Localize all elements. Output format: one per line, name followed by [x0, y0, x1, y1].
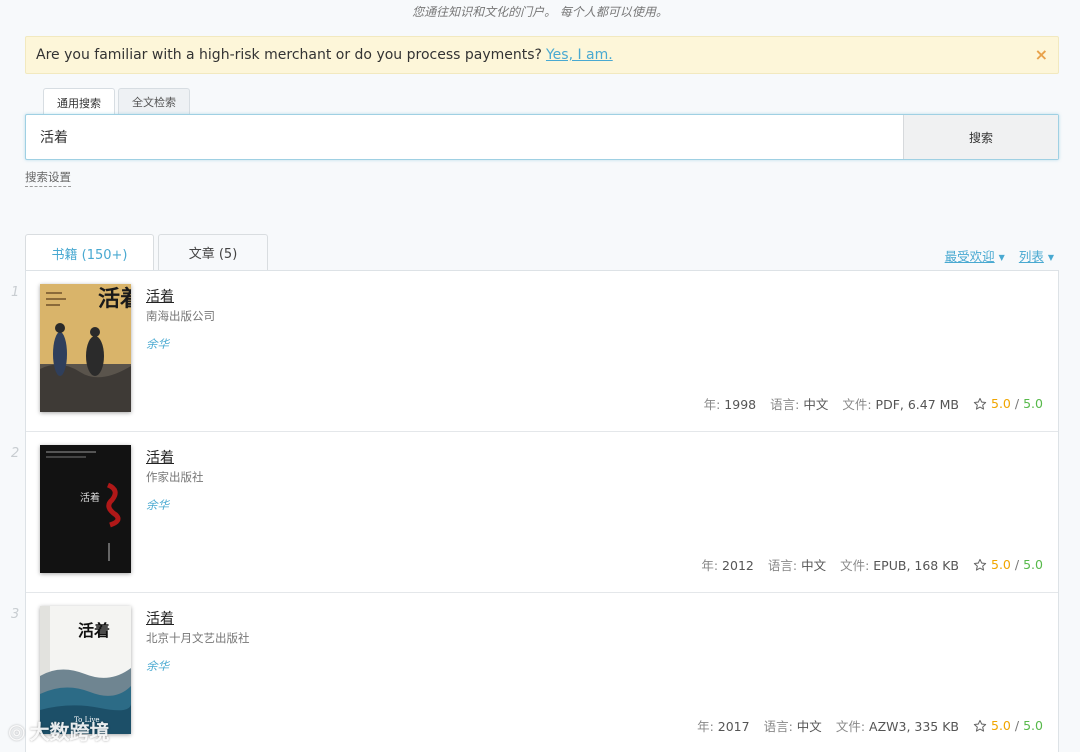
book-file: 文件: AZW3, 335 KB [835, 719, 959, 734]
book-item: 2 活着 活着 作家出版社 余华 年: 2012 语言: 中文 文件: EPUB… [11, 432, 1058, 593]
book-year: 年: 2012 [701, 558, 754, 573]
close-icon[interactable]: × [1035, 45, 1048, 64]
results-list: 1 活着 活着 南海出版公司 余华 年: 1998 语言: 中文 文件: PDF… [11, 270, 1059, 752]
book-item: 3 活着 To Live 活着 北京十月文艺出版社 余华 年: 2017 语言:… [11, 593, 1058, 752]
book-meta: 年: 1998 语言: 中文 文件: PDF, 6.47 MB 5.0 / 5.… [704, 394, 1043, 413]
watermark: ◎ 大数跨境 [8, 716, 109, 745]
alert-text: Are you familiar with a high-risk mercha… [36, 47, 542, 63]
book-language: 语言: 中文 [763, 719, 822, 734]
book-meta: 年: 2017 语言: 中文 文件: AZW3, 335 KB 5.0 / 5.… [697, 716, 1043, 735]
search-bar: 搜索 [25, 114, 1059, 160]
search-settings-link[interactable]: 搜索设置 [25, 169, 71, 187]
result-type-tabs: 书籍 (150+) 文章 (5) [25, 234, 268, 271]
cover-art-2: 活着 [40, 445, 131, 573]
book-cover[interactable]: 活着 To Live [40, 606, 131, 734]
star-icon[interactable] [973, 719, 987, 733]
tab-articles[interactable]: 文章 (5) [158, 234, 268, 270]
book-publisher: 作家出版社 [146, 470, 204, 484]
book-author[interactable]: 余华 [146, 497, 169, 513]
star-icon[interactable] [973, 397, 987, 411]
result-number: 3 [11, 607, 20, 622]
star-icon[interactable] [973, 558, 987, 572]
book-rating: 5.0 / 5.0 [973, 396, 1043, 411]
book-file: 文件: EPUB, 168 KB [840, 558, 959, 573]
watermark-text: 大数跨境 [29, 720, 110, 744]
book-rating: 5.0 / 5.0 [973, 557, 1043, 572]
book-publisher: 北京十月文艺出版社 [146, 631, 250, 645]
sort-popular[interactable]: 最受欢迎 ▼ [945, 246, 1005, 265]
book-author[interactable]: 余华 [146, 658, 169, 674]
book-author[interactable]: 余华 [146, 336, 169, 352]
tab-fulltext-search[interactable]: 全文检索 [118, 88, 190, 115]
book-file: 文件: PDF, 6.47 MB [842, 397, 959, 412]
book-rating: 5.0 / 5.0 [973, 718, 1043, 733]
wechat-icon: ◎ [8, 718, 26, 743]
search-input[interactable] [26, 115, 903, 159]
cover-title: 活着 [80, 491, 100, 504]
book-title[interactable]: 活着 [146, 286, 174, 306]
sort-options: 最受欢迎 ▼ 列表 ▼ [945, 246, 1054, 265]
search-button[interactable]: 搜索 [903, 115, 1058, 159]
book-item: 1 活着 活着 南海出版公司 余华 年: 1998 语言: 中文 文件: PDF… [11, 271, 1058, 432]
result-number: 1 [11, 285, 20, 300]
book-year: 年: 2017 [697, 719, 750, 734]
book-publisher: 南海出版公司 [146, 309, 215, 323]
cover-title: 活着 [78, 621, 110, 640]
book-language: 语言: 中文 [770, 397, 829, 412]
book-year: 年: 1998 [703, 397, 757, 412]
book-title[interactable]: 活着 [146, 608, 174, 628]
search-mode-tabs: 通用搜索 全文检索 [43, 88, 190, 116]
cover-art-1: 活着 [40, 284, 131, 412]
result-number: 2 [11, 446, 20, 461]
cover-title: 活着 [98, 286, 131, 312]
tab-general-search[interactable]: 通用搜索 [43, 88, 115, 116]
view-mode[interactable]: 列表 ▼ [1019, 246, 1054, 265]
book-title[interactable]: 活着 [146, 447, 174, 467]
book-cover[interactable]: 活着 [40, 284, 131, 412]
book-cover[interactable]: 活着 [40, 445, 131, 573]
merchant-alert: Are you familiar with a high-risk mercha… [25, 36, 1059, 74]
tagline: 您通往知识和文化的门户。 每个人都可以使用。 [412, 5, 668, 19]
alert-link[interactable]: Yes, I am. [546, 47, 613, 63]
caret-down-icon: ▼ [1047, 253, 1054, 262]
caret-down-icon: ▼ [998, 253, 1005, 262]
book-meta: 年: 2012 语言: 中文 文件: EPUB, 168 KB 5.0 / 5.… [701, 555, 1043, 574]
tab-books[interactable]: 书籍 (150+) [25, 234, 154, 271]
cover-art-3: 活着 To Live [40, 606, 131, 734]
book-language: 语言: 中文 [767, 558, 827, 573]
